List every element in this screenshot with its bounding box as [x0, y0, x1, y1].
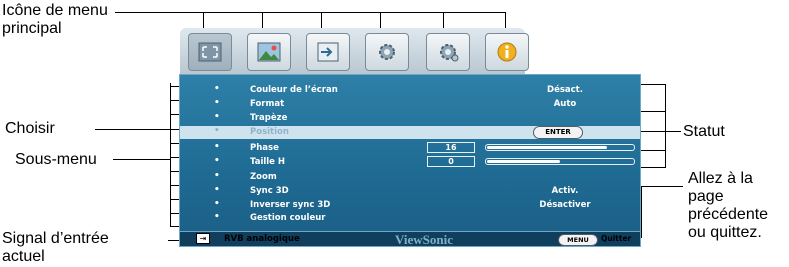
menu-item-zoom[interactable]: • Zoom: [180, 171, 640, 184]
source-icon: [317, 42, 339, 62]
menu-item-phase[interactable]: • Phase 16: [180, 142, 640, 155]
system-setup-basic-icon: [379, 44, 395, 60]
bullet: •: [214, 98, 220, 108]
menu-item-label: Format: [250, 99, 285, 109]
menu-item-label: Gestion couleur: [250, 213, 326, 223]
tab-source[interactable]: [306, 33, 350, 71]
phase-slider-fill: [487, 146, 607, 149]
tab-system-advanced[interactable]: [426, 33, 470, 71]
bullet: •: [214, 212, 220, 222]
menu-item-keystone[interactable]: • Trapèze: [180, 112, 640, 125]
leader-back-v: [641, 186, 642, 238]
callout-main-menu-icon: Icône de menu principal: [2, 2, 108, 38]
bullet: •: [214, 84, 220, 94]
callout-back-line3: précédente: [688, 206, 769, 223]
callout-back-or-quit: Allez à la page précédente ou quittez.: [688, 170, 768, 242]
information-icon: [497, 42, 517, 62]
menu-item-label: Phase: [250, 143, 279, 153]
phase-slider[interactable]: [485, 144, 635, 151]
system-setup-advanced-icon: [440, 44, 459, 62]
tab-display[interactable]: [188, 33, 232, 71]
bullet: •: [214, 199, 220, 209]
leader-submenu-h: [113, 159, 170, 160]
menu-item-position[interactable]: • Position ENTER: [180, 126, 640, 139]
brand-logo: ViewSonic: [395, 232, 454, 247]
h-size-slider[interactable]: [485, 158, 635, 165]
callout-select: Choisir: [5, 120, 55, 137]
callout-submenu: Sous-menu: [15, 151, 97, 168]
callout-main-menu-icon-line2: principal: [2, 20, 62, 37]
menu-item-label: Taille H: [250, 157, 286, 167]
callout-current-input-line1: Signal d’entrée: [2, 230, 109, 247]
leader-status-v: [665, 84, 666, 168]
menu-item-value: Désactiver: [539, 200, 591, 210]
callout-main-menu-icon-line1: Icône de menu: [2, 2, 108, 19]
callout-status: Statut: [683, 123, 725, 140]
menu-item-label: Trapèze: [250, 113, 288, 123]
callout-back-line1: Allez à la: [688, 170, 753, 187]
leader-status-h: [665, 131, 681, 132]
h-size-slider-fill: [487, 160, 560, 163]
menu-button[interactable]: MENU: [558, 234, 598, 246]
menu-item-3d-sync[interactable]: • Sync 3D Activ.: [180, 185, 640, 198]
input-source-icon: ⇥: [196, 233, 210, 244]
menu-item-3d-sync-invert[interactable]: • Inverser sync 3D Désactiver: [180, 199, 640, 212]
callout-back-line2: page: [688, 188, 724, 205]
phase-value: 16: [427, 142, 475, 153]
callout-current-input: Signal d’entrée actuel: [2, 230, 109, 266]
bullet: •: [214, 171, 220, 181]
leader-back-h: [641, 186, 683, 187]
osd-menu-panel: • Couleur de l’écran Désact. • Format Au…: [179, 74, 641, 244]
menu-item-label: Zoom: [250, 172, 277, 182]
tab-system-basic[interactable]: [365, 33, 409, 71]
display-icon: [198, 42, 222, 62]
callout-current-input-line2: actuel: [2, 248, 45, 265]
enter-button[interactable]: ENTER: [533, 126, 583, 139]
menu-item-value: Désact.: [547, 85, 583, 95]
menu-item-color-management[interactable]: • Gestion couleur: [180, 212, 640, 225]
menu-item-screen-color[interactable]: • Couleur de l’écran Désact.: [180, 84, 640, 97]
menu-item-label: Inverser sync 3D: [250, 200, 331, 210]
menu-item-label: Couleur de l’écran: [250, 85, 338, 95]
quit-label: Quitter: [601, 234, 632, 243]
leader-main-menu-h: [115, 12, 505, 13]
bullet: •: [214, 126, 220, 136]
menu-item-value: Activ.: [551, 186, 579, 196]
menu-item-h-size[interactable]: • Taille H 0: [180, 156, 640, 169]
callout-back-line4: ou quittez.: [688, 224, 762, 241]
menu-item-label: Position: [250, 127, 289, 137]
osd-footer: RVB analogique ViewSonic MENU Quitter: [179, 231, 641, 247]
bullet: •: [214, 112, 220, 122]
h-size-value: 0: [427, 156, 475, 167]
current-input-signal: RVB analogique: [224, 234, 300, 244]
menu-item-label: Sync 3D: [250, 186, 289, 196]
bullet: •: [214, 142, 220, 152]
bullet: •: [214, 156, 220, 166]
bullet: •: [214, 185, 220, 195]
tab-picture[interactable]: [247, 33, 291, 71]
tab-information[interactable]: [485, 33, 529, 71]
leader-submenu-v: [170, 83, 171, 227]
menu-item-value: Auto: [553, 99, 577, 109]
menu-item-format[interactable]: • Format Auto: [180, 98, 640, 111]
picture-icon: [257, 42, 281, 62]
leader-select: [95, 129, 180, 130]
